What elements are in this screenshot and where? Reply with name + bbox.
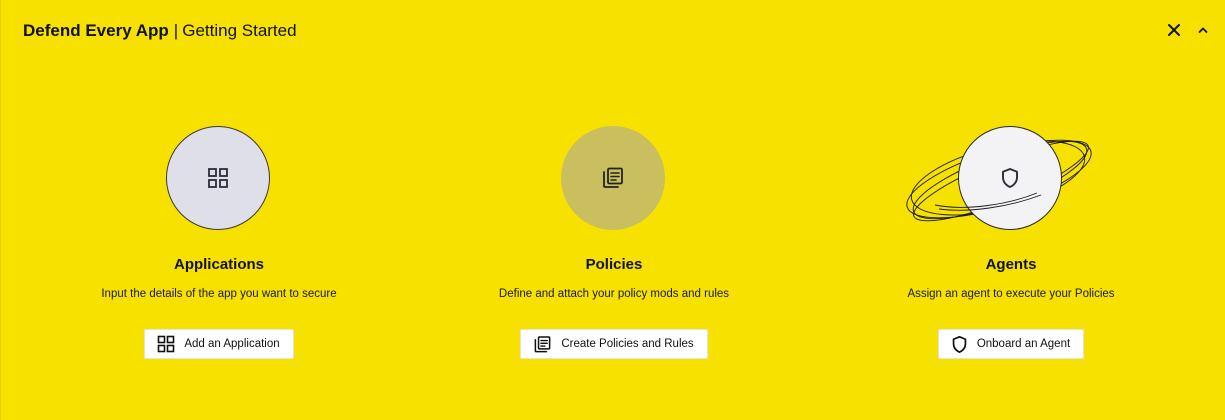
policies-title: Policies <box>585 256 643 273</box>
shield-icon <box>951 335 968 354</box>
panel-header: Defend Every App | Getting Started <box>23 21 297 41</box>
policies-description: Define and attach your policy mods and r… <box>498 288 730 300</box>
close-button[interactable] <box>1164 19 1184 41</box>
agents-card: Agents Assign an agent to execute your P… <box>831 123 1191 359</box>
applications-card: Applications Input the details of the ap… <box>39 123 399 359</box>
close-icon <box>1168 24 1180 36</box>
add-application-button[interactable]: Add an Application <box>144 329 294 359</box>
grid-icon <box>157 335 175 353</box>
agents-illustration <box>831 123 1191 231</box>
chevron-up-icon <box>1198 27 1208 33</box>
policy-document-icon <box>533 335 552 354</box>
policies-card: Policies Define and attach your policy m… <box>434 123 794 359</box>
applications-description: Input the details of the app you want to… <box>101 288 337 300</box>
applications-title: Applications <box>173 256 264 273</box>
collapse-button[interactable] <box>1193 19 1213 41</box>
policies-illustration <box>434 123 794 231</box>
getting-started-panel: Defend Every App | Getting Started Applica… <box>0 0 1225 420</box>
onboard-agent-button[interactable]: Onboard an Agent <box>937 329 1085 359</box>
title-separator: | <box>173 21 179 40</box>
agents-description: Assign an agent to execute your Policies <box>907 288 1115 300</box>
shield-icon <box>1002 168 1018 188</box>
panel-title: Defend Every App <box>23 21 169 40</box>
applications-circle <box>166 126 270 230</box>
create-policies-button[interactable]: Create Policies and Rules <box>520 329 708 359</box>
panel-subtitle: Getting Started <box>182 21 297 40</box>
onboard-agent-label: Onboard an Agent <box>976 338 1071 350</box>
policies-circle <box>561 126 665 230</box>
applications-illustration <box>39 123 399 231</box>
agents-circle <box>958 126 1062 230</box>
policy-document-icon <box>603 167 623 188</box>
add-application-label: Add an Application <box>184 338 280 350</box>
create-policies-label: Create Policies and Rules <box>561 338 694 350</box>
agents-title: Agents <box>985 256 1037 273</box>
grid-icon <box>208 168 228 188</box>
